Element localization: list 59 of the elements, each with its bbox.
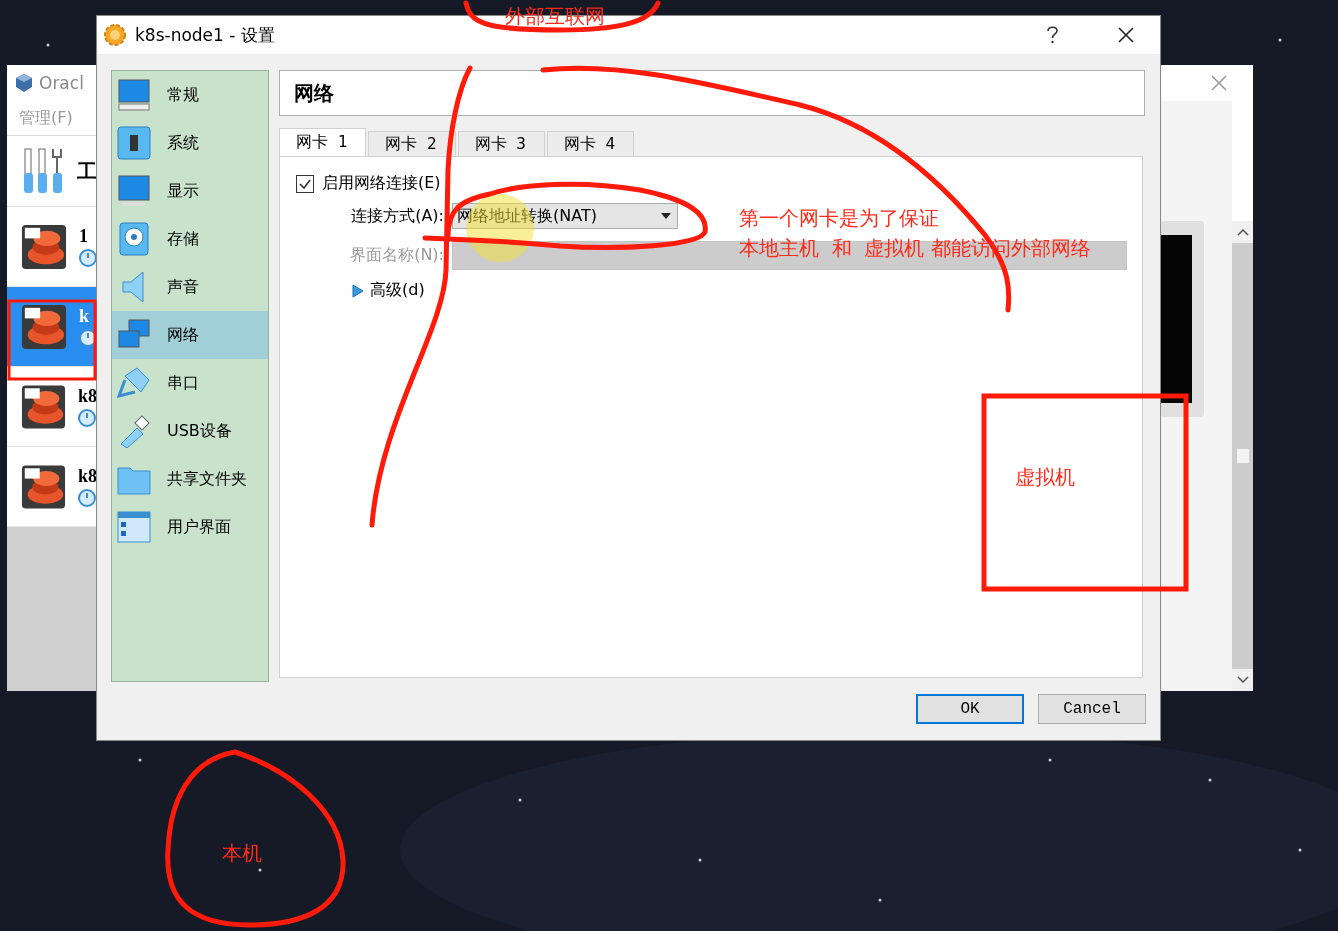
caret-icon xyxy=(661,213,671,219)
chip-icon xyxy=(117,126,151,160)
vm-icon xyxy=(21,302,67,351)
tools-icon xyxy=(23,147,65,195)
vm-name: 1 xyxy=(79,226,89,247)
sidebar-item[interactable]: 常规 xyxy=(112,71,268,119)
tab[interactable]: 网卡 4 xyxy=(546,131,635,156)
field-label: 连接方式(A): xyxy=(350,205,444,227)
sidebar-item[interactable]: 串口 xyxy=(112,359,268,407)
close-icon xyxy=(1117,26,1135,44)
preview-screen-icon xyxy=(1160,221,1204,417)
section-title: 网络 xyxy=(279,70,1145,116)
sidebar-item[interactable]: 用户界面 xyxy=(112,503,268,551)
plug-icon xyxy=(117,366,151,400)
display-icon xyxy=(117,174,151,208)
vm-icon xyxy=(21,382,66,431)
sidebar-item[interactable]: 声音 xyxy=(112,263,268,311)
sidebar-item[interactable]: USB设备 xyxy=(112,407,268,455)
vm-name: k8 xyxy=(78,386,97,407)
window-title: Oracl xyxy=(39,73,84,93)
tab[interactable]: 网卡 2 xyxy=(368,131,456,156)
tools-label[interactable]: 工 xyxy=(77,157,97,185)
sidebar-item[interactable]: 网络 xyxy=(112,311,268,359)
monitor-icon xyxy=(117,78,151,112)
annotation-text: 虚拟机 xyxy=(1015,464,1075,491)
window-title: k8s-node1 - 设置 xyxy=(135,23,276,47)
scrollbar[interactable] xyxy=(1232,221,1253,691)
power-icon xyxy=(79,249,97,267)
sidebar-item[interactable]: 存储 xyxy=(112,215,268,263)
close-icon xyxy=(1210,74,1228,92)
vm-name: k8 xyxy=(78,466,97,487)
annotation-text: 本机 xyxy=(222,840,262,867)
dialog-button[interactable]: OK xyxy=(916,694,1024,724)
field-label: 界面名称(N): xyxy=(349,245,444,266)
help-icon xyxy=(1044,26,1060,44)
checkbox-label: 启用网络连接(E) xyxy=(322,173,441,194)
vm-list-item[interactable]: 1 xyxy=(7,207,97,287)
scroll-thumb[interactable] xyxy=(1236,449,1249,463)
chevron-up-icon xyxy=(1235,227,1250,237)
sidebar-item[interactable]: 共享文件夹 xyxy=(112,455,268,503)
vm-list-item[interactable]: k8 xyxy=(7,447,97,527)
power-icon xyxy=(78,409,96,427)
sidebar-item[interactable]: 显示 xyxy=(112,167,268,215)
vm-list-item[interactable]: k8 xyxy=(7,367,97,447)
expander-label[interactable]: 高级(d) xyxy=(370,280,425,301)
vm-icon xyxy=(21,462,66,511)
tab[interactable]: 网卡 3 xyxy=(457,131,545,156)
vm-name: k xyxy=(79,306,90,327)
vm-icon xyxy=(21,222,67,271)
chevron-down-icon xyxy=(1235,675,1250,685)
cube-icon xyxy=(15,73,33,93)
sidebar-item[interactable]: 系统 xyxy=(112,119,268,167)
annotation-text: 第一个网卡是为了保证 xyxy=(739,205,939,232)
gear-icon xyxy=(103,23,127,47)
window-icon xyxy=(117,510,151,544)
tab[interactable]: 网卡 1 xyxy=(279,128,367,156)
checkbox[interactable] xyxy=(296,174,314,193)
dialog-button[interactable]: Cancel xyxy=(1038,694,1146,724)
power-icon xyxy=(78,489,96,507)
